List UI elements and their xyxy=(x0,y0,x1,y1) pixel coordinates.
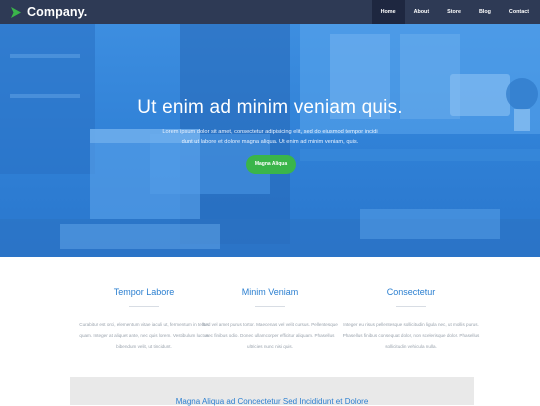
feature-text: Integer eu risus pellentesque sollicitud… xyxy=(342,322,480,349)
hero-text-line-1: Lorem ipsum dolor sit amet, consectetur … xyxy=(162,129,378,135)
nav-store[interactable]: Store xyxy=(438,0,470,24)
feature-text: Sed vel amet purus tortor. Maecenas vel … xyxy=(202,322,338,349)
feature-text: Curabitur est orci, elementum vitae iacu… xyxy=(79,322,209,349)
feature-title: Minim Veniam xyxy=(241,287,299,297)
hero-description: Lorem ipsum dolor sit amet, consectetur … xyxy=(150,127,390,147)
top-navbar: Company. Home About Store Blog Contact xyxy=(0,0,540,24)
divider xyxy=(396,306,426,307)
features-section: Tempor Labore Curabitur est orci, elemen… xyxy=(0,257,540,377)
divider xyxy=(129,306,159,307)
hero-title: Ut enim ad minim veniam quis. xyxy=(137,97,403,118)
nav-contact[interactable]: Contact xyxy=(500,0,538,24)
nav-about[interactable]: About xyxy=(405,0,439,24)
logo-icon xyxy=(11,6,21,18)
main-nav: Home About Store Blog Contact xyxy=(371,0,538,24)
divider xyxy=(255,306,285,307)
brand-logo[interactable]: Company. xyxy=(10,5,87,19)
feature-title: Tempor Labore xyxy=(113,287,175,297)
nav-blog[interactable]: Blog xyxy=(470,0,500,24)
cta-band: Magna Aliqua ad Concectetur Sed Incididu… xyxy=(70,377,474,406)
magna-aliqua-button[interactable]: Magna Aliqua xyxy=(246,155,296,174)
brand-name: Company. xyxy=(27,5,88,19)
hero-text-line-2: dunt ut labore et dolore magna aliqua. U… xyxy=(181,139,359,145)
nav-home[interactable]: Home xyxy=(371,0,405,24)
hero-section: Ut enim ad minim veniam quis. Lorem ipsu… xyxy=(0,24,540,257)
feature-title: Consectetur xyxy=(386,287,436,297)
